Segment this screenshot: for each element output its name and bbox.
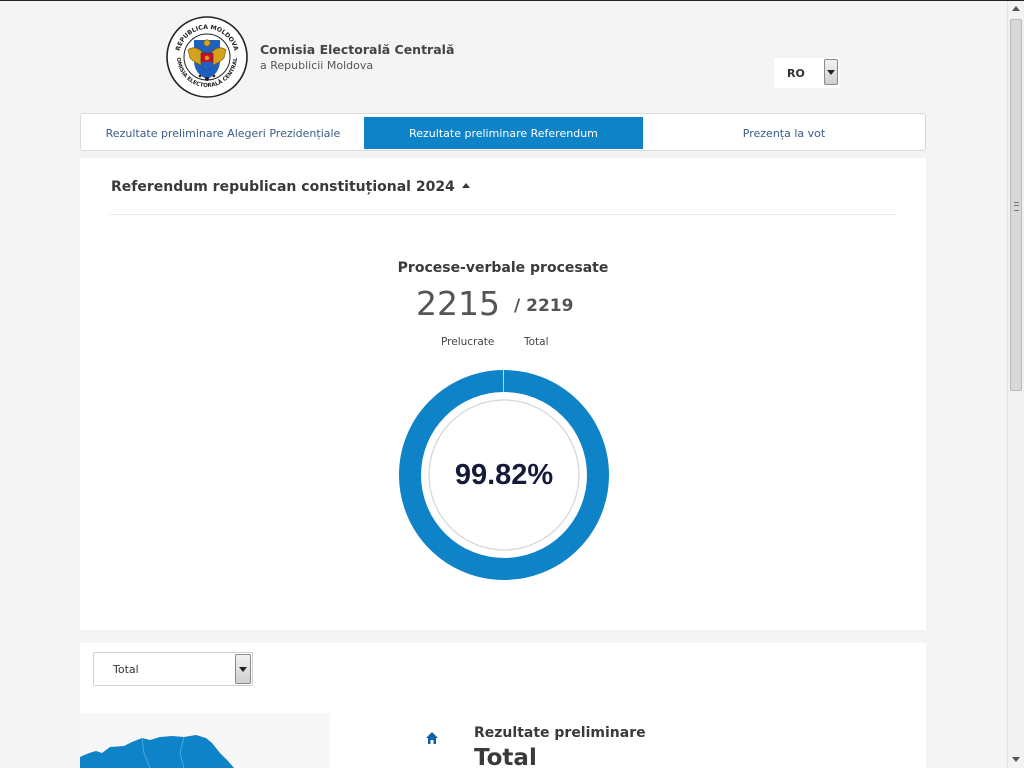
results-card: Total Rezultate preliminare Total	[80, 643, 926, 768]
pv-processed-count: 2215	[416, 284, 500, 323]
tab-presidential-results[interactable]: Rezultate preliminare Alegeri Prezidenți…	[83, 117, 363, 149]
referendum-title[interactable]: Referendum republican constituțional 202…	[111, 179, 470, 195]
chevron-down-icon	[827, 70, 835, 75]
language-value: RO	[787, 67, 805, 80]
pv-total-count: / 2219	[514, 296, 574, 316]
map-panel[interactable]	[80, 713, 330, 768]
total-label: Total	[524, 336, 549, 348]
region-select[interactable]: Total	[93, 652, 253, 686]
pv-title: Procese-verbale procesate	[397, 260, 609, 276]
caret-up-icon	[461, 182, 470, 188]
home-icon[interactable]	[425, 731, 439, 745]
referendum-card: Referendum republican constituțional 202…	[80, 158, 926, 630]
moldova-map[interactable]	[80, 713, 330, 768]
brand-title: Comisia Electorală Centrală	[260, 42, 455, 57]
scroll-up-arrow-icon[interactable]	[1012, 6, 1020, 11]
chevron-down-icon	[239, 667, 247, 672]
region-dropdown-button[interactable]	[235, 654, 251, 684]
language-select[interactable]: RO	[774, 58, 840, 88]
processed-label: Prelucrate	[441, 336, 495, 348]
divider	[110, 214, 896, 215]
referendum-title-text: Referendum republican constituțional 202…	[111, 179, 455, 195]
tab-referendum-results[interactable]: Rezultate preliminare Referendum	[364, 117, 643, 149]
results-subtitle: Total	[474, 745, 537, 768]
cec-seal-logo[interactable]: REPUBLICA MOLDOVA COMISIA ELECTORALĂ CEN…	[166, 16, 248, 98]
grip-icon	[1014, 202, 1019, 211]
scrollbar-thumb[interactable]	[1010, 19, 1022, 391]
window-top-border	[0, 0, 1024, 1]
results-title: Rezultate preliminare	[474, 725, 646, 741]
language-dropdown-button[interactable]	[824, 59, 838, 85]
tab-turnout[interactable]: Prezența la vot	[643, 117, 925, 149]
vertical-scrollbar[interactable]	[1007, 1, 1024, 768]
scroll-down-arrow-icon[interactable]	[1012, 757, 1020, 762]
brand-subtitle: a Republicii Moldova	[260, 59, 374, 72]
main-tabs: Rezultate preliminare Alegeri Prezidenți…	[80, 113, 926, 151]
percent-processed: 99.82%	[454, 458, 554, 491]
region-select-value: Total	[113, 663, 139, 676]
